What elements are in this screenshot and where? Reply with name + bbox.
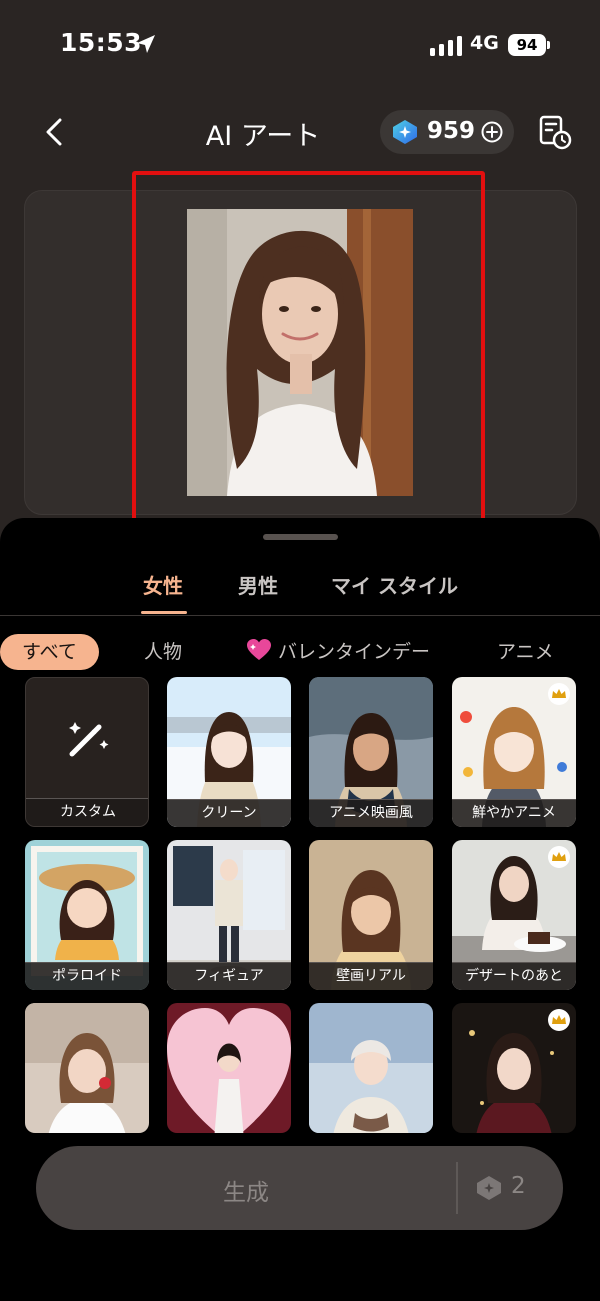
- magic-wand-icon: [69, 722, 109, 757]
- style-card-9[interactable]: [25, 1003, 149, 1133]
- style-card-polaroid[interactable]: ポラロイド: [25, 840, 149, 990]
- add-credits-icon[interactable]: [481, 121, 503, 143]
- chip-valentine[interactable]: バレンタインデー: [246, 634, 430, 670]
- header: AI アート 959: [0, 100, 600, 164]
- tab-underline: [141, 611, 187, 614]
- selection-highlight: [132, 171, 485, 524]
- tab-female[interactable]: 女性: [143, 570, 183, 599]
- sparkling-heart-icon: [247, 639, 271, 660]
- style-card-10[interactable]: [167, 1003, 291, 1133]
- style-thumb: [309, 1003, 433, 1133]
- network-type: 4G: [470, 32, 499, 54]
- style-card-after-dessert[interactable]: デザートのあと: [452, 840, 576, 990]
- style-card-clean[interactable]: クリーン: [167, 677, 291, 827]
- premium-crown-icon: [548, 1009, 570, 1031]
- tabs-divider: [0, 615, 600, 616]
- style-card-figure[interactable]: フィギュア: [167, 840, 291, 990]
- style-label: 壁画リアル: [309, 962, 433, 990]
- style-card-vivid-anime[interactable]: 鮮やかアニメ: [452, 677, 576, 827]
- style-label: フィギュア: [167, 962, 291, 990]
- signal-icon: [430, 36, 462, 56]
- style-card-mural-real[interactable]: 壁画リアル: [309, 840, 433, 990]
- style-label: アニメ映画風: [309, 799, 433, 827]
- style-label: デザートのあと: [452, 962, 576, 990]
- chip-anime[interactable]: アニメ: [497, 634, 554, 670]
- tab-my-style[interactable]: マイ スタイル: [331, 570, 458, 599]
- credits-count: 959: [427, 118, 476, 144]
- premium-crown-icon: [548, 846, 570, 868]
- chip-all[interactable]: すべて: [0, 634, 99, 670]
- status-time: 15:53: [60, 28, 143, 57]
- status-bar: 15:53 4G 94: [0, 0, 600, 90]
- credit-gem-icon: [477, 1176, 501, 1200]
- location-arrow-icon: [137, 35, 155, 53]
- style-thumb: [25, 1003, 149, 1133]
- generate-cost: 2: [511, 1173, 526, 1199]
- style-label: ポラロイド: [25, 962, 149, 990]
- credit-gem-icon: [393, 120, 417, 144]
- chip-valentine-label: バレンタインデー: [278, 641, 431, 663]
- style-card-custom[interactable]: カスタム: [25, 677, 149, 827]
- generate-label: 生成: [223, 1180, 269, 1206]
- history-icon[interactable]: [538, 114, 572, 150]
- style-label: クリーン: [167, 799, 291, 827]
- style-card-12[interactable]: [452, 1003, 576, 1133]
- style-label: 鮮やかアニメ: [452, 799, 576, 827]
- style-label: カスタム: [26, 798, 148, 826]
- style-card-11[interactable]: [309, 1003, 433, 1133]
- battery-nub: [547, 41, 550, 49]
- generate-divider: [456, 1162, 458, 1214]
- sheet-drag-handle[interactable]: [263, 534, 338, 540]
- credits-badge[interactable]: 959: [380, 110, 514, 154]
- style-thumb: [167, 1003, 291, 1133]
- battery-icon: 94: [508, 34, 546, 56]
- premium-crown-icon: [548, 683, 570, 705]
- style-card-anime-film[interactable]: アニメ映画風: [309, 677, 433, 827]
- tab-male[interactable]: 男性: [238, 570, 278, 599]
- generate-button[interactable]: 生成 2: [36, 1146, 563, 1230]
- chip-person[interactable]: 人物: [144, 634, 182, 670]
